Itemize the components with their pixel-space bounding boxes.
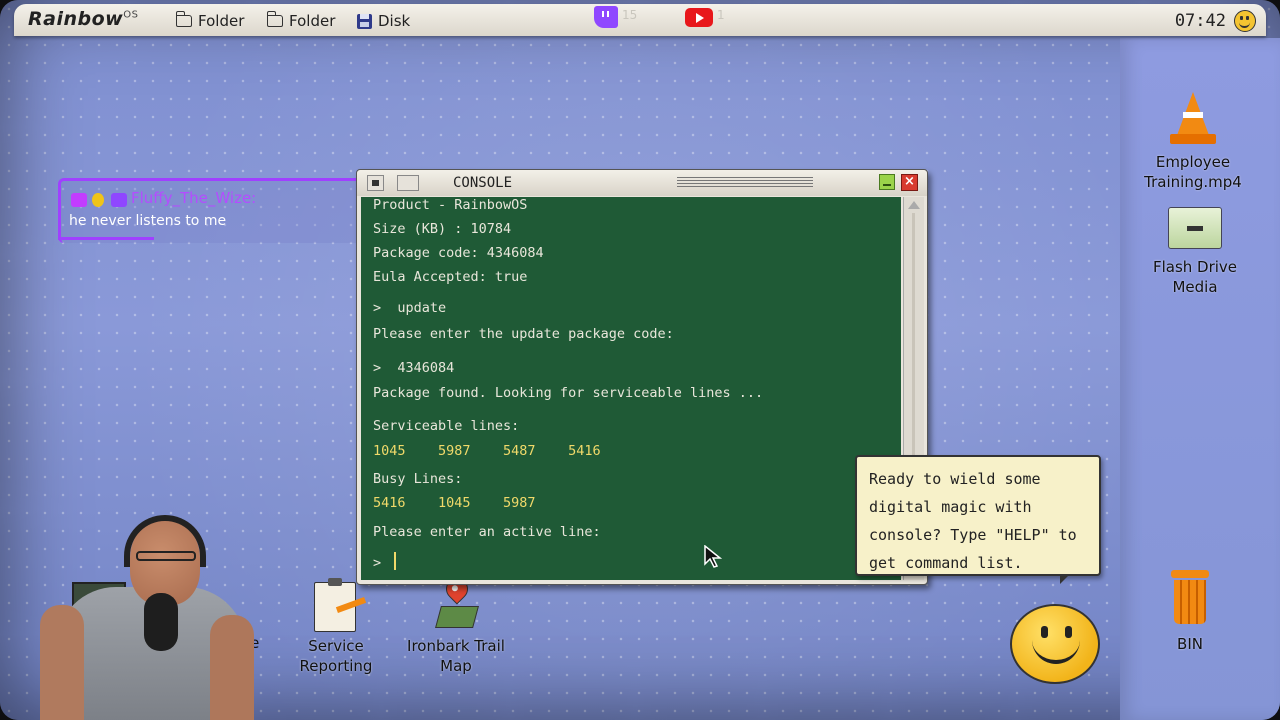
tooltip-text: Ready to wield some digital magic with c… [869, 470, 1077, 572]
folder-icon [266, 11, 283, 27]
window-menu-button[interactable] [367, 175, 384, 191]
clock: 07:42 [1174, 11, 1226, 31]
titlebar-grip[interactable] [677, 177, 813, 187]
chat-message: Fluffy_The_Wize: he never listens to me [58, 178, 361, 243]
desktop-icon-label: Ironbark Trail Map [407, 637, 505, 675]
assistant-tooltip: Ready to wield some digital magic with c… [855, 455, 1101, 576]
folder-icon [1168, 207, 1222, 249]
folder-icon [175, 11, 192, 27]
console-output[interactable]: Product - RainbowOS Size (KB) : 10784 Pa… [361, 197, 901, 580]
clipboard-icon [308, 578, 367, 632]
mouse-pointer-icon [704, 545, 722, 568]
desktop-icon-label: Flash Drive Media [1152, 258, 1238, 296]
console-line-values: 5416 1045 5987 [373, 495, 536, 511]
heart-badge-icon [71, 193, 87, 207]
microphone-icon [144, 593, 178, 651]
menu-folder-2-label: Folder [289, 12, 336, 30]
scroll-track[interactable] [912, 213, 915, 463]
webcam-overlay [40, 515, 260, 720]
youtube-icon [685, 8, 713, 27]
disk-icon [357, 13, 372, 29]
menu-folder-1[interactable]: Folder [175, 10, 245, 32]
chat-username: Fluffy_The_Wize: [131, 189, 257, 207]
console-window: CONSOLE × Product - RainbowOS Size (KB) … [356, 169, 928, 585]
window-shade-button[interactable] [397, 175, 419, 191]
chick-badge-icon [92, 193, 104, 207]
assistant-smiley-icon[interactable] [1010, 604, 1100, 684]
desktop-icon-service-reporting[interactable]: Service Reporting [282, 578, 390, 676]
desktop-icon-label: Service Reporting [299, 637, 373, 675]
console-line: Size (KB) : 10784 [373, 221, 512, 237]
minimize-button[interactable] [879, 174, 895, 190]
menu-disk[interactable]: Disk [357, 10, 410, 32]
console-line: > update [373, 300, 447, 316]
desktop-icon-bin[interactable]: BIN [1148, 570, 1232, 654]
console-line: Serviceable lines: [373, 418, 520, 434]
youtube-count: 1 [717, 8, 725, 22]
chat-underline [58, 237, 154, 240]
desktop-icon-label: Employee Training.mp4 [1144, 153, 1242, 191]
desktop-icon-label: BIN [1177, 635, 1203, 653]
headset-icon [124, 515, 206, 567]
console-line: Please enter an active line: [373, 524, 601, 540]
scroll-up-icon[interactable] [908, 201, 920, 209]
console-line: Product - RainbowOS [373, 197, 528, 213]
menubar: RainbowOS Folder Folder Disk 15 1 07:42 [14, 4, 1266, 36]
close-button[interactable]: × [901, 174, 918, 191]
twitch-icon [594, 6, 618, 28]
desktop-icon-flash-drive[interactable]: Flash Drive Media [1140, 207, 1250, 297]
menu-folder-1-label: Folder [198, 12, 245, 30]
trash-bin-icon [1167, 570, 1213, 624]
os-logo-sup: OS [123, 9, 139, 21]
console-line: > 4346084 [373, 360, 455, 376]
traffic-cone-icon [1170, 92, 1216, 144]
smiley-icon[interactable] [1234, 10, 1256, 32]
console-line: Please enter the update package code: [373, 326, 674, 342]
console-line: Busy Lines: [373, 471, 463, 487]
os-logo[interactable]: RainbowOS [28, 8, 138, 32]
console-line: Package found. Looking for serviceable l… [373, 385, 764, 401]
twitch-badge-icon [111, 193, 127, 207]
chat-text: he never listens to me [69, 213, 227, 229]
menu-disk-label: Disk [378, 12, 411, 30]
map-pin-icon [428, 573, 484, 632]
console-title: CONSOLE [453, 175, 513, 191]
menu-folder-2[interactable]: Folder [266, 10, 336, 32]
console-line-values: 1045 5987 5487 5416 [373, 443, 601, 459]
desktop-icon-employee-training[interactable]: Employee Training.mp4 [1138, 92, 1248, 192]
console-line: Eula Accepted: true [373, 269, 528, 285]
twitch-count: 15 [622, 8, 638, 22]
desktop: RainbowOS Folder Folder Disk 15 1 07:42 … [0, 0, 1280, 720]
os-logo-text: Rainbow [28, 8, 124, 30]
tooltip-tail [1060, 574, 1070, 584]
text-cursor[interactable] [394, 552, 396, 570]
desktop-icon-trail-map[interactable]: Ironbark Trail Map [404, 573, 508, 676]
console-prompt: > [373, 555, 382, 571]
console-line: Package code: 4346084 [373, 245, 544, 261]
console-titlebar[interactable]: CONSOLE × [357, 170, 927, 196]
